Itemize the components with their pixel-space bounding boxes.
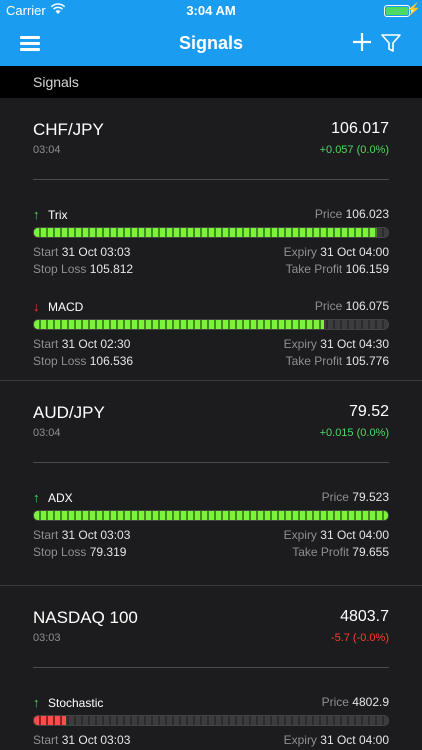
- instrument-price: 106.017: [331, 120, 389, 137]
- start-label: Start: [33, 337, 59, 351]
- start-label: Start: [33, 245, 59, 259]
- take-profit-value: 79.655: [352, 545, 389, 559]
- price-value: 79.523: [352, 490, 389, 504]
- signal-row[interactable]: ↑ ADX Price 79.523 Start 31 Oct 03:03 Ex…: [0, 463, 422, 585]
- instrument-time: 03:04: [33, 144, 61, 156]
- stop-loss-value: 106.536: [89, 354, 134, 368]
- charging-icon: ⚡: [406, 2, 421, 16]
- signal-row[interactable]: ↑ Stochastic Price 4802.9 Start 31 Oct 0…: [0, 668, 422, 747]
- instrument-card[interactable]: NASDAQ 100 03:03 4803.7 -5.7 (-0.0%) ↑ S…: [0, 586, 422, 747]
- instrument-header[interactable]: AUD/JPY 03:04 79.52 +0.015 (0.0%): [0, 381, 422, 463]
- stop-loss-value: 79.319: [89, 545, 127, 559]
- start-label: Start: [33, 733, 59, 747]
- signal-price: Price 106.023: [315, 207, 389, 221]
- section-header: Signals: [0, 66, 422, 98]
- expiry-label: Expiry: [283, 733, 317, 747]
- instrument-name: AUD/JPY: [33, 403, 105, 422]
- start-value: 31 Oct 03:03: [61, 245, 131, 259]
- take-profit-label: Take Profit: [292, 545, 349, 559]
- price-value: 106.023: [345, 207, 389, 221]
- signal-name: MACD: [48, 300, 84, 314]
- price-label: Price: [321, 695, 349, 709]
- signal-row[interactable]: ↓ MACD Price 106.075 Start 31 Oct 02:30 …: [0, 272, 422, 380]
- expiry-label: Expiry: [283, 245, 317, 259]
- strength-fill: [34, 320, 325, 329]
- nav-bar: Signals: [0, 22, 422, 66]
- price-value: 4802.9: [352, 695, 389, 709]
- start-value: 31 Oct 03:03: [61, 528, 131, 542]
- start-value: 31 Oct 02:30: [61, 337, 131, 351]
- instrument-change: -5.7 (-0.0%): [330, 632, 389, 644]
- instrument-name: CHF/JPY: [33, 120, 104, 139]
- filter-icon[interactable]: [380, 32, 402, 54]
- signal-price: Price 4802.9: [322, 695, 389, 709]
- signals-list: CHF/JPY 03:04 106.017 +0.057 (0.0%) ↑ Tr…: [0, 98, 422, 747]
- start-label: Start: [33, 528, 59, 542]
- price-label: Price: [321, 490, 349, 504]
- signal-strength-bar: [33, 715, 389, 726]
- price-label: Price: [314, 207, 343, 221]
- arrow-down-icon: ↓: [33, 299, 40, 314]
- expiry-value: 31 Oct 04:00: [320, 528, 389, 542]
- instrument-change: +0.057 (0.0%): [319, 144, 389, 156]
- expiry-label: Expiry: [283, 528, 317, 542]
- strength-fill: [34, 716, 66, 725]
- signal-row[interactable]: ↑ Trix Price 106.023 Start 31 Oct 03:03 …: [0, 180, 422, 276]
- arrow-up-icon: ↑: [33, 695, 40, 710]
- stop-loss-label: Stop Loss: [33, 354, 87, 368]
- instrument-price: 4803.7: [340, 608, 389, 625]
- instrument-name: NASDAQ 100: [33, 608, 138, 627]
- start-value: 31 Oct 03:03: [61, 733, 131, 747]
- expiry-value: 31 Oct 04:00: [320, 245, 389, 259]
- plus-icon[interactable]: [350, 30, 374, 54]
- signal-name: Stochastic: [48, 696, 104, 710]
- signal-strength-bar: [33, 510, 389, 521]
- arrow-up-icon: ↑: [33, 490, 40, 505]
- expiry-value: 31 Oct 04:00: [320, 733, 389, 747]
- strength-fill: [34, 228, 378, 237]
- clock: 3:04 AM: [186, 3, 236, 18]
- status-bar: Carrier 3:04 AM ⚡: [0, 0, 422, 22]
- arrow-up-icon: ↑: [33, 207, 40, 222]
- instrument-time: 03:03: [33, 632, 61, 644]
- strength-fill: [34, 511, 388, 520]
- signal-price: Price 79.523: [322, 490, 389, 504]
- take-profit-value: 105.776: [345, 354, 389, 368]
- expiry-value: 31 Oct 04:30: [320, 337, 389, 351]
- instrument-time: 03:04: [33, 427, 61, 439]
- instrument-header[interactable]: CHF/JPY 03:04 106.017 +0.057 (0.0%): [0, 98, 422, 180]
- signal-name: ADX: [48, 491, 73, 505]
- price-value: 106.075: [345, 299, 389, 313]
- signal-price: Price 106.075: [315, 299, 389, 313]
- instrument-card[interactable]: AUD/JPY 03:04 79.52 +0.015 (0.0%) ↑ ADX …: [0, 381, 422, 586]
- instrument-change: +0.015 (0.0%): [319, 427, 389, 439]
- instrument-header[interactable]: NASDAQ 100 03:03 4803.7 -5.7 (-0.0%): [0, 586, 422, 668]
- signal-strength-bar: [33, 319, 389, 330]
- stop-loss-label: Stop Loss: [33, 545, 87, 559]
- expiry-label: Expiry: [283, 337, 317, 351]
- price-label: Price: [314, 299, 343, 313]
- instrument-price: 79.52: [348, 403, 389, 420]
- signal-name: Trix: [48, 208, 68, 222]
- signal-strength-bar: [33, 227, 389, 238]
- take-profit-label: Take Profit: [285, 354, 343, 368]
- instrument-card[interactable]: CHF/JPY 03:04 106.017 +0.057 (0.0%) ↑ Tr…: [0, 98, 422, 381]
